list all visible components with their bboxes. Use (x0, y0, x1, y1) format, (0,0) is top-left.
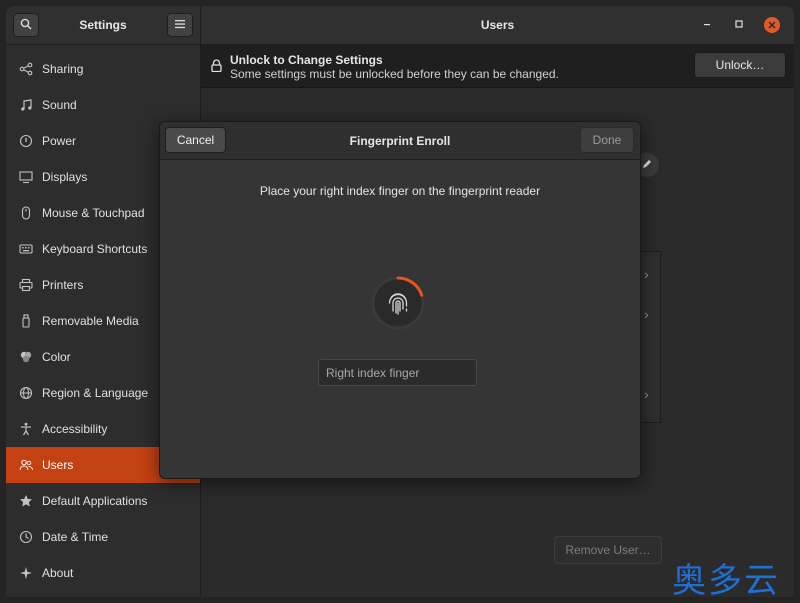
accessibility-icon (18, 421, 34, 437)
sidebar-item-default-applications[interactable]: Default Applications (6, 483, 200, 519)
close-icon (768, 18, 776, 32)
pencil-icon (641, 158, 653, 173)
finger-select[interactable]: Right index finger (318, 359, 477, 386)
maximize-icon (734, 18, 744, 32)
sidebar-item-sound[interactable]: Sound (6, 87, 200, 123)
usb-icon (18, 313, 34, 329)
sidebar-item-label: Sharing (42, 62, 84, 76)
done-button[interactable]: Done (580, 127, 634, 153)
sidebar-item-label: Date & Time (42, 530, 109, 544)
unlock-infobar: Unlock to Change Settings Some settings … (201, 45, 794, 88)
infobar-subtitle: Some settings must be unlocked before th… (230, 67, 559, 81)
fingerprint-enroll-dialog: Cancel Fingerprint Enroll Done Place you… (159, 121, 641, 479)
keyboard-icon (18, 241, 34, 257)
hamburger-icon (174, 18, 186, 32)
sidebar-item-label: Keyboard Shortcuts (42, 242, 148, 256)
lock-icon (211, 59, 222, 75)
minimize-icon (702, 18, 712, 32)
music-note-icon (18, 97, 34, 113)
sidebar-item-label: Color (42, 350, 71, 364)
sidebar-item-label: Removable Media (42, 314, 139, 328)
menu-button[interactable] (167, 13, 193, 37)
close-button[interactable] (764, 17, 780, 33)
main-header: Users (200, 6, 794, 45)
sidebar-item-sharing[interactable]: Sharing (6, 51, 200, 87)
infobar-title: Unlock to Change Settings (230, 53, 383, 67)
sidebar-item-label: About (42, 566, 74, 580)
users-icon (18, 457, 34, 473)
search-button[interactable] (13, 13, 39, 37)
sidebar-item-label: Users (42, 458, 74, 472)
sidebar-item-label: Mouse & Touchpad (42, 206, 145, 220)
sidebar-item-about[interactable]: About (6, 555, 200, 591)
chevron-right-icon: › (644, 266, 649, 282)
fingerprint-progress (371, 276, 425, 330)
share-icon (18, 61, 34, 77)
printer-icon (18, 277, 34, 293)
star-icon (18, 493, 34, 509)
sidebar-header: Settings (6, 6, 200, 45)
watermark-logo: 奥多云 (672, 561, 780, 601)
sidebar-item-date-time[interactable]: Date & Time (6, 519, 200, 555)
maximize-button[interactable] (731, 17, 747, 33)
sidebar-item-label: Region & Language (42, 386, 149, 400)
sidebar-item-label: Power (42, 134, 77, 148)
mouse-icon (18, 205, 34, 221)
clock-icon (18, 529, 34, 545)
sidebar-item-label: Printers (42, 278, 84, 292)
app-title: Settings (79, 18, 127, 32)
search-icon (20, 18, 32, 33)
chevron-right-icon: › (644, 386, 649, 402)
dialog-title: Fingerprint Enroll (349, 134, 451, 148)
unlock-button[interactable]: Unlock… (694, 52, 786, 78)
power-icon (18, 133, 34, 149)
minimize-button[interactable] (699, 17, 715, 33)
chevron-right-icon: › (644, 306, 649, 322)
sidebar-item-label: Displays (42, 170, 88, 184)
color-icon (18, 349, 34, 365)
sidebar-item-label: Default Applications (42, 494, 148, 508)
enroll-instruction: Place your right index finger on the fin… (259, 184, 541, 198)
sparkle-icon (18, 565, 34, 581)
globe-icon (18, 385, 34, 401)
sidebar-item-label: Accessibility (42, 422, 108, 436)
sidebar-item-label: Sound (42, 98, 77, 112)
remove-user-button[interactable]: Remove User… (554, 536, 662, 564)
display-icon (18, 169, 34, 185)
dialog-header: Cancel Fingerprint Enroll Done (160, 122, 640, 160)
